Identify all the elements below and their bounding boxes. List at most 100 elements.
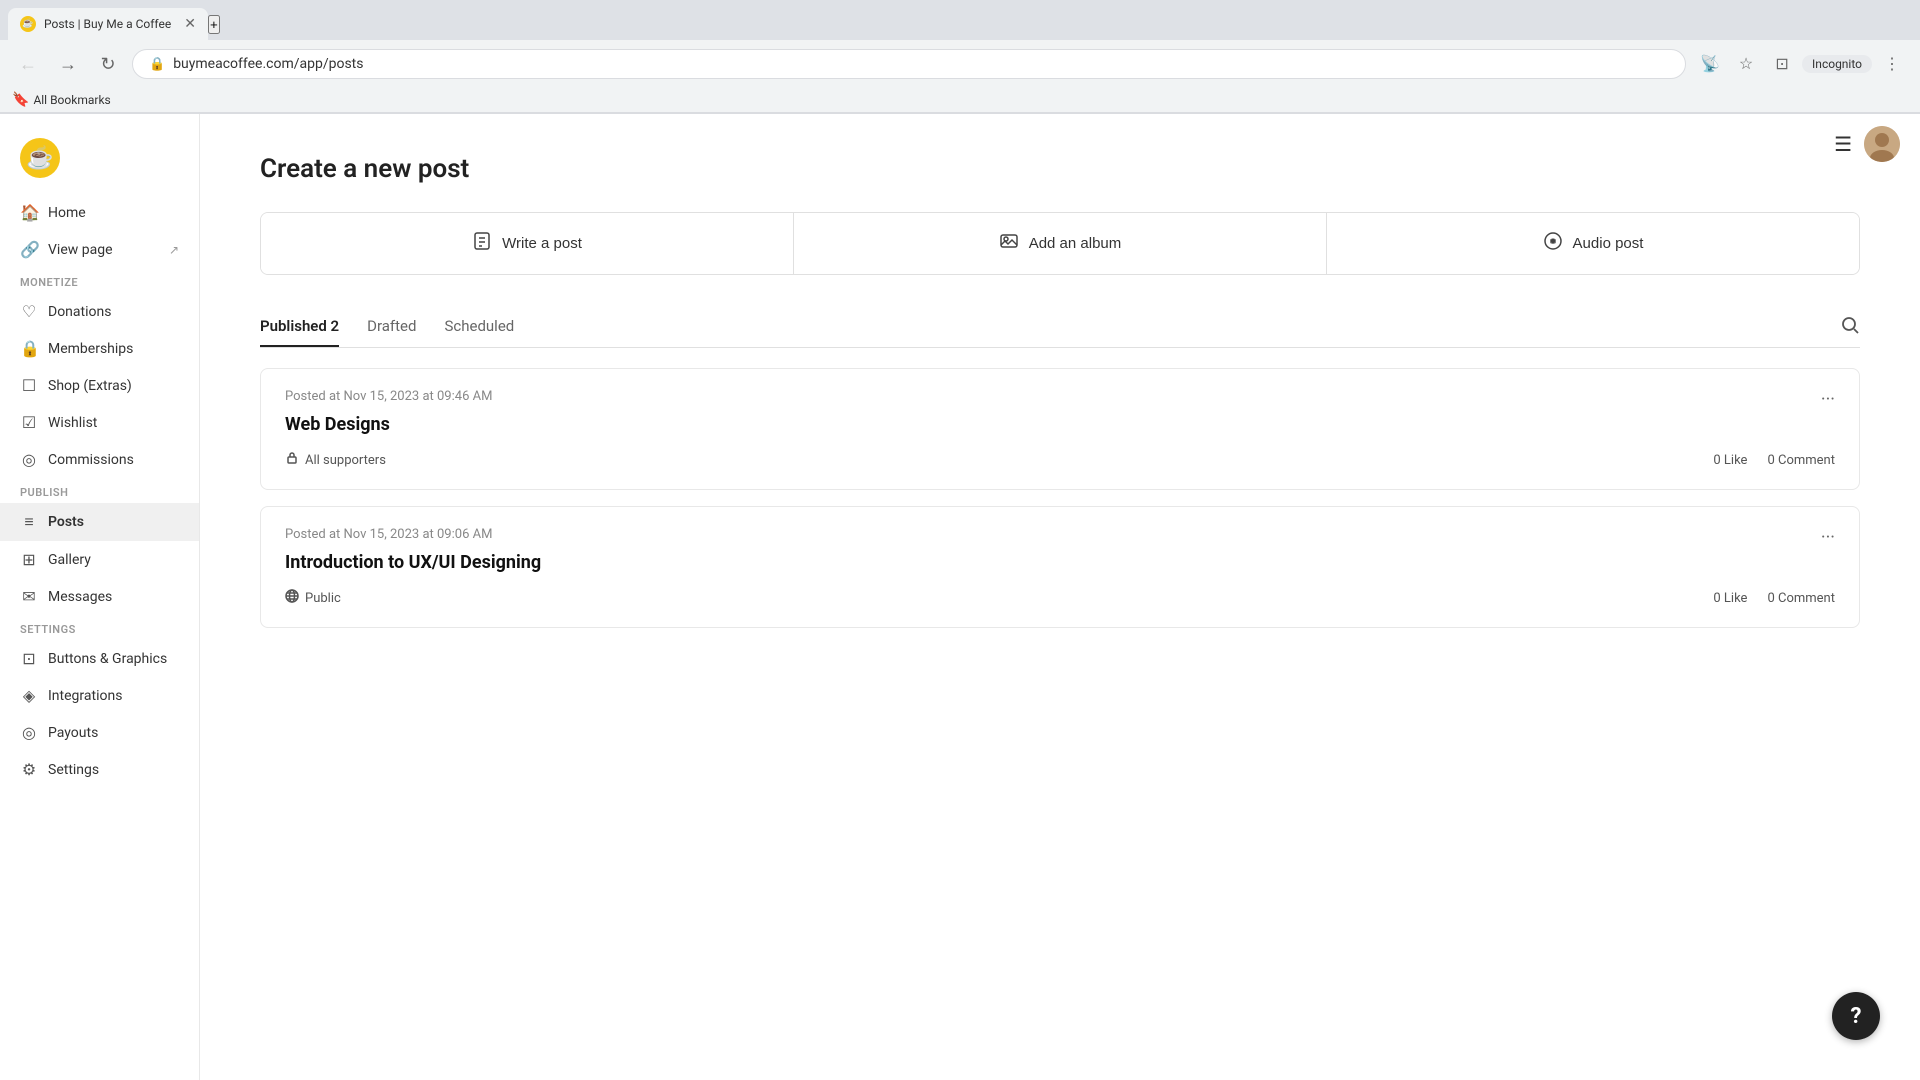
commissions-icon: ◎ (20, 450, 38, 469)
tab-drafted-label: Drafted (367, 317, 416, 335)
post-title-1: Web Designs (285, 414, 1835, 435)
logo-icon: ☕ (20, 138, 60, 178)
bookmarks-label[interactable]: All Bookmarks (33, 93, 110, 107)
sidebar-item-messages[interactable]: ✉ Messages (0, 578, 199, 615)
extensions-button[interactable]: ⊡ (1766, 48, 1798, 80)
close-tab-button[interactable]: ✕ (184, 16, 196, 32)
sidebar-label-posts: Posts (48, 514, 84, 530)
back-button[interactable]: ← (12, 48, 44, 80)
post-likes-1: 0 Like (1713, 453, 1747, 468)
new-tab-button[interactable]: + (208, 15, 220, 34)
main-content: ☰ Create a new post (200, 114, 1920, 1080)
browser-nav: ← → ↻ 🔒 buymeacoffee.com/app/posts 📡 ☆ ⊡… (0, 40, 1920, 88)
settings-icon: ⚙ (20, 760, 38, 779)
sidebar-label-home: Home (48, 205, 86, 221)
sidebar-item-integrations[interactable]: ◈ Integrations (0, 677, 199, 714)
post-more-menu-1[interactable]: ··· (1813, 385, 1843, 414)
lock-icon (285, 451, 299, 469)
bookmark-button[interactable]: ☆ (1730, 48, 1762, 80)
tab-title: Posts | Buy Me a Coffee (44, 17, 176, 31)
nav-actions: 📡 ☆ ⊡ Incognito ⋮ (1694, 48, 1908, 80)
sidebar-label-integrations: Integrations (48, 688, 122, 704)
audio-post-button[interactable]: Audio post (1327, 213, 1859, 274)
post-access-label-1: All supporters (305, 453, 386, 468)
payouts-icon: ◎ (20, 723, 38, 742)
write-post-label: Write a post (502, 235, 582, 252)
menu-icon[interactable]: ☰ (1834, 132, 1852, 156)
sidebar-item-payouts[interactable]: ◎ Payouts (0, 714, 199, 751)
write-post-icon (472, 231, 492, 256)
integrations-icon: ◈ (20, 686, 38, 705)
post-stats-2: 0 Like 0 Comment (1713, 591, 1835, 606)
add-album-label: Add an album (1029, 235, 1122, 252)
tab-drafted[interactable]: Drafted (367, 307, 416, 347)
more-menu-button[interactable]: ⋮ (1876, 48, 1908, 80)
browser-tabs: ☕ Posts | Buy Me a Coffee ✕ + (0, 0, 1920, 40)
sidebar-item-commissions[interactable]: ◎ Commissions (0, 441, 199, 478)
sidebar-label-commissions: Commissions (48, 452, 134, 468)
forward-button[interactable]: → (52, 48, 84, 80)
topbar: ☰ (1814, 114, 1920, 174)
tab-scheduled-label: Scheduled (444, 317, 514, 335)
sidebar-item-buttons-graphics[interactable]: ⊡ Buttons & Graphics (0, 640, 199, 677)
page-title: Create a new post (260, 154, 1860, 184)
post-meta-2: Posted at Nov 15, 2023 at 09:06 AM (285, 527, 1835, 542)
audio-post-label: Audio post (1573, 235, 1644, 252)
sidebar-label-settings: Settings (48, 762, 99, 778)
post-likes-2: 0 Like (1713, 591, 1747, 606)
active-tab[interactable]: ☕ Posts | Buy Me a Coffee ✕ (8, 8, 208, 40)
post-card-1: ··· Posted at Nov 15, 2023 at 09:46 AM W… (260, 368, 1860, 490)
sidebar-item-memberships[interactable]: 🔒 Memberships (0, 330, 199, 367)
sidebar-item-shop-extras[interactable]: ☐ Shop (Extras) (0, 367, 199, 404)
post-comments-1: 0 Comment (1767, 453, 1835, 468)
reload-button[interactable]: ↻ (92, 48, 124, 80)
address-bar[interactable]: 🔒 buymeacoffee.com/app/posts (132, 49, 1686, 79)
cast-button[interactable]: 📡 (1694, 48, 1726, 80)
section-label-monetize: MONETIZE (0, 268, 199, 293)
post-title-2: Introduction to UX/UI Designing (285, 552, 1835, 573)
tab-published[interactable]: Published 2 (260, 307, 339, 347)
audio-post-icon (1543, 231, 1563, 256)
tab-favicon: ☕ (20, 16, 36, 32)
sidebar-item-view-page[interactable]: 🔗 View page ↗ (0, 231, 199, 268)
sidebar-item-gallery[interactable]: ⊞ Gallery (0, 541, 199, 578)
sidebar-item-wishlist[interactable]: ☑ Wishlist (0, 404, 199, 441)
sidebar-item-home[interactable]: 🏠 Home (0, 194, 199, 231)
gallery-icon: ⊞ (20, 550, 38, 569)
sidebar-label-view-page: View page (48, 242, 113, 258)
post-access-1: All supporters (285, 451, 386, 469)
url-text: buymeacoffee.com/app/posts (173, 56, 363, 72)
sidebar-item-settings[interactable]: ⚙ Settings (0, 751, 199, 788)
secure-icon: 🔒 (149, 57, 165, 72)
add-album-button[interactable]: Add an album (794, 213, 1327, 274)
view-page-icon: 🔗 (20, 240, 38, 259)
section-label-publish: PUBLISH (0, 478, 199, 503)
write-post-button[interactable]: Write a post (261, 213, 794, 274)
sidebar-logo[interactable]: ☕ (0, 130, 199, 194)
sidebar-label-buttons-graphics: Buttons & Graphics (48, 651, 167, 667)
buttons-graphics-icon: ⊡ (20, 649, 38, 668)
incognito-badge[interactable]: Incognito (1802, 55, 1872, 73)
user-avatar[interactable] (1864, 126, 1900, 162)
post-meta-1: Posted at Nov 15, 2023 at 09:46 AM (285, 389, 1835, 404)
sidebar-label-gallery: Gallery (48, 552, 91, 568)
app-container: ☕ 🏠 Home 🔗 View page ↗ MONETIZE ♡ Donati… (0, 114, 1920, 1080)
post-footer-2: Public 0 Like 0 Comment (285, 589, 1835, 607)
shop-icon: ☐ (20, 376, 38, 395)
help-button[interactable]: ? (1832, 992, 1880, 1040)
bookmarks-icon: 🔖 (12, 92, 29, 108)
search-icon[interactable] (1840, 315, 1860, 340)
sidebar-item-posts[interactable]: ≡ Posts (0, 503, 199, 541)
tab-scheduled[interactable]: Scheduled (444, 307, 514, 347)
post-more-menu-2[interactable]: ··· (1813, 523, 1843, 552)
post-access-2: Public (285, 589, 341, 607)
external-link-icon: ↗ (169, 243, 179, 257)
sidebar-label-payouts: Payouts (48, 725, 98, 741)
sidebar: ☕ 🏠 Home 🔗 View page ↗ MONETIZE ♡ Donati… (0, 114, 200, 1080)
donations-icon: ♡ (20, 302, 38, 321)
browser-chrome: ☕ Posts | Buy Me a Coffee ✕ + ← → ↻ 🔒 bu… (0, 0, 1920, 114)
posts-icon: ≡ (20, 512, 38, 532)
home-icon: 🏠 (20, 203, 38, 222)
sidebar-item-donations[interactable]: ♡ Donations (0, 293, 199, 330)
tabs-bar: Published 2 Drafted Scheduled (260, 307, 1860, 348)
